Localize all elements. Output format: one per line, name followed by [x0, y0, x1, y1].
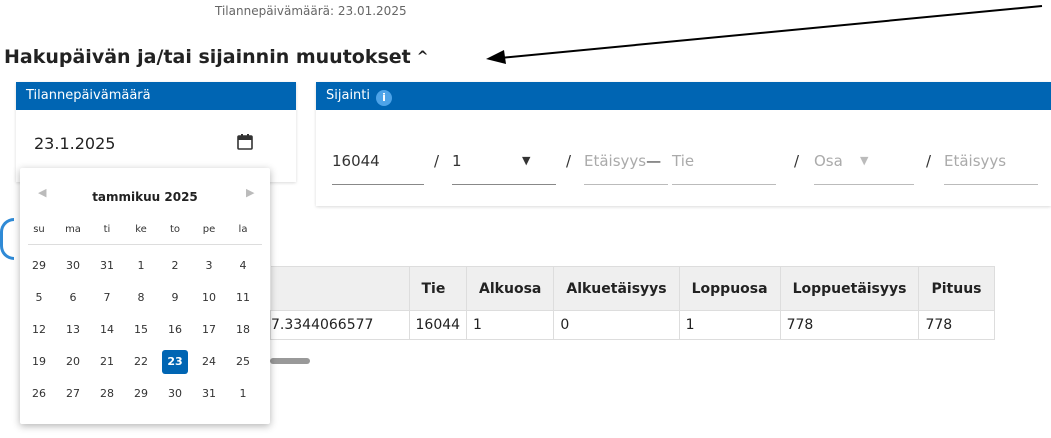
weekday-label: su	[33, 224, 45, 235]
date-card: Tilannepäivämäärä 23.1.2025	[16, 82, 296, 182]
table-cell: 778	[918, 310, 995, 340]
date-card-title: Tilannepäivämäärä	[16, 82, 296, 110]
results-table: Tie Alkuosa Alkuetäisyys Loppuosa Loppue…	[270, 266, 1051, 340]
caret-down-icon[interactable]: ▼	[522, 146, 530, 176]
calendar-day[interactable]: 30	[60, 254, 86, 278]
weekday-label: ma	[65, 224, 81, 235]
calendar-day[interactable]: 19	[26, 350, 52, 374]
distance-input[interactable]: Etäisyys—	[584, 146, 668, 185]
table-cell: 7.3344066577	[270, 310, 410, 340]
column-header[interactable]: Loppuetäisyys	[779, 266, 920, 311]
column-header[interactable]: Alkuetäisyys	[553, 266, 680, 311]
calendar-day[interactable]: 12	[26, 318, 52, 342]
calendar-day[interactable]: 25	[230, 350, 256, 374]
calendar-day[interactable]: 11	[230, 286, 256, 310]
info-icon[interactable]: i	[376, 90, 393, 106]
calendar-day[interactable]: 23	[162, 350, 188, 374]
column-header[interactable]: Alkuosa	[466, 266, 555, 311]
calendar-month-title: tammikuu 2025	[92, 190, 198, 204]
column-header[interactable]: Tie	[408, 266, 468, 311]
calendar-day[interactable]: 6	[60, 286, 86, 310]
location-card-header: Sijainti i	[316, 82, 1051, 110]
table-cell: 16044	[408, 310, 468, 340]
calendar-day[interactable]: 10	[196, 286, 222, 310]
column-header-first	[270, 266, 410, 311]
calendar-day[interactable]: 14	[94, 318, 120, 342]
calendar-day[interactable]: 5	[26, 286, 52, 310]
calendar-day[interactable]: 24	[196, 350, 222, 374]
calendar-day[interactable]: 21	[94, 350, 120, 374]
road-part-select[interactable]: 1 ▼	[452, 146, 556, 185]
calendar-day[interactable]: 8	[128, 286, 154, 310]
date-picker-popup: ◀ tammikuu 2025 ▶ su ma ti ke to pe la 29 30 31 1 2…	[20, 168, 270, 424]
end-distance-input[interactable]: Etäisyys	[944, 146, 1038, 185]
calendar-day[interactable]: 28	[94, 382, 120, 406]
separator-slash: /	[794, 152, 800, 170]
road-number-input[interactable]: 16044	[332, 146, 424, 185]
calendar-day[interactable]: 1	[128, 254, 154, 278]
caret-down-icon[interactable]: ▼	[860, 146, 868, 176]
chevron-up-icon[interactable]: ^	[417, 49, 429, 65]
calendar-day[interactable]: 3	[196, 254, 222, 278]
calendar-day[interactable]: 17	[196, 318, 222, 342]
date-input[interactable]: 23.1.2025	[34, 134, 115, 153]
distance-placeholder: Etäisyys	[584, 152, 647, 170]
calendar-day[interactable]: 7	[94, 286, 120, 310]
end-part-select[interactable]: Osa ▼	[814, 146, 914, 185]
calendar-day[interactable]: 1	[230, 382, 256, 406]
range-dash: —	[646, 152, 662, 170]
calendar-day[interactable]: 15	[128, 318, 154, 342]
next-month-icon[interactable]: ▶	[246, 186, 254, 199]
table-header-row: Tie Alkuosa Alkuetäisyys Loppuosa Loppue…	[270, 266, 995, 311]
calendar-day[interactable]: 13	[60, 318, 86, 342]
weekday-label: pe	[202, 224, 216, 235]
calendar-day[interactable]: 29	[26, 254, 52, 278]
calendar-day[interactable]: 31	[94, 254, 120, 278]
calendar-day[interactable]: 30	[162, 382, 188, 406]
end-road-input[interactable]: Tie	[672, 146, 776, 185]
column-header[interactable]: Pituus	[918, 266, 995, 311]
location-card-title: Sijainti	[326, 88, 371, 103]
road-part-value: 1	[452, 152, 462, 170]
calendar-day[interactable]: 31	[196, 382, 222, 406]
calendar-day[interactable]: 20	[60, 350, 86, 374]
calendar-day[interactable]: 26	[26, 382, 52, 406]
calendar-day[interactable]: 16	[162, 318, 188, 342]
separator-slash: /	[566, 152, 572, 170]
calendar-day[interactable]: 27	[60, 382, 86, 406]
calendar-day[interactable]: 18	[230, 318, 256, 342]
weekday-label: ke	[135, 224, 147, 235]
calendar-divider	[28, 244, 262, 245]
table-cell: 1	[466, 310, 555, 340]
calendar-icon[interactable]	[237, 134, 253, 150]
end-part-placeholder: Osa	[814, 152, 843, 170]
heading-label: Hakupäivän ja/tai sijainnin muutokset	[4, 46, 411, 68]
separator-slash: /	[434, 152, 440, 170]
calendar-day[interactable]: 22	[128, 350, 154, 374]
table-cell: 0	[553, 310, 680, 340]
calendar-day[interactable]: 4	[230, 254, 256, 278]
table-cell: 778	[779, 310, 920, 340]
search-button-edge[interactable]	[0, 218, 14, 260]
calendar-day[interactable]: 9	[162, 286, 188, 310]
section-heading[interactable]: Hakupäivän ja/tai sijainnin muutokset ^	[4, 46, 428, 68]
weekday-label: ti	[103, 224, 111, 235]
column-header[interactable]: Loppuosa	[678, 266, 781, 311]
table-row[interactable]: 7.3344066577 16044 1 0 1 778 778	[270, 310, 995, 340]
location-card: Sijainti i 16044 / 1 ▼ / Etäisyys— Tie / …	[316, 82, 1051, 206]
weekday-label: la	[238, 224, 248, 235]
date-note: Tilannepäivämäärä: 23.01.2025	[215, 4, 407, 18]
horizontal-scrollbar[interactable]	[270, 358, 310, 364]
calendar-day[interactable]: 29	[128, 382, 154, 406]
separator-slash: /	[926, 152, 932, 170]
calendar-day[interactable]: 2	[162, 254, 188, 278]
table-cell: 1	[678, 310, 781, 340]
weekday-label: to	[169, 224, 181, 235]
